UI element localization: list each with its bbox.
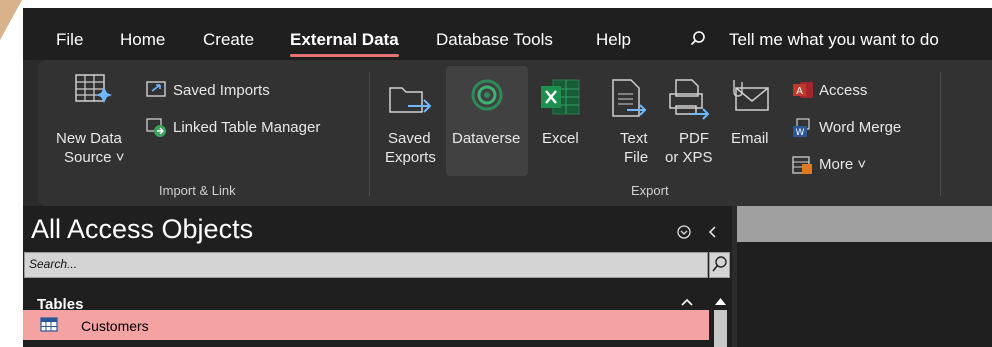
more-button[interactable]: More ˅ (819, 156, 866, 174)
document-area (737, 206, 992, 347)
tab-database-tools[interactable]: Database Tools (436, 30, 553, 50)
email-button[interactable]: Email (731, 130, 769, 148)
email-icon (733, 80, 769, 111)
nav-search-button[interactable] (709, 252, 730, 278)
new-data-source-icon (75, 74, 112, 103)
tell-me-box[interactable]: Tell me what you want to do (729, 30, 939, 50)
tab-file[interactable]: File (56, 30, 83, 50)
table-icon (40, 317, 58, 332)
document-tab-bar (737, 206, 992, 242)
tab-create[interactable]: Create (203, 30, 254, 50)
corner-decoration (0, 0, 22, 40)
search-icon[interactable] (690, 30, 706, 46)
nav-group-header-tables[interactable]: Tables (23, 284, 707, 313)
excel-icon (541, 79, 580, 115)
saved-exports-icon (389, 87, 432, 113)
tab-external-data[interactable]: External Data (290, 30, 399, 57)
linked-table-manager-button[interactable]: Linked Table Manager (173, 119, 320, 137)
svg-text:A: A (796, 86, 803, 97)
nav-pane-title[interactable]: All Access Objects (31, 214, 253, 245)
access-icon: A (793, 82, 813, 98)
saved-imports-button[interactable]: Saved Imports (173, 82, 270, 100)
access-window: File Home Create External Data Database … (23, 8, 992, 347)
pdf-xps-icon (669, 79, 710, 120)
text-file-icon (612, 79, 647, 117)
chevron-up-icon[interactable] (681, 298, 693, 306)
navigation-pane: All Access Objects Search... Tables Cust… (23, 206, 732, 347)
svg-text:W: W (796, 128, 805, 138)
text-file-label-2: File (624, 149, 649, 166)
pdf-xps-label-1: PDF (679, 130, 709, 147)
nav-search-input[interactable]: Search... (24, 252, 708, 278)
linked-table-manager-icon (146, 118, 166, 137)
excel-button[interactable]: Excel (542, 130, 579, 148)
more-icon (792, 156, 812, 174)
pdf-xps-label-2: or XPS (665, 149, 713, 166)
list-item-label: Customers (81, 318, 149, 334)
scrollbar-thumb[interactable] (714, 310, 727, 347)
group-separator (369, 72, 370, 196)
scroll-up-icon[interactable] (715, 298, 726, 305)
new-data-source-label-2: Source ˅ (64, 149, 125, 166)
word-merge-icon: W (793, 118, 810, 138)
export-group-label: Export (631, 183, 669, 198)
new-data-source-label-1: New Data (56, 130, 122, 147)
list-item[interactable]: Customers (23, 310, 709, 340)
menu-bar: File Home Create External Data Database … (23, 8, 992, 60)
tab-home[interactable]: Home (120, 30, 165, 50)
search-icon (712, 256, 727, 272)
dataverse-button[interactable]: Dataverse (452, 130, 520, 148)
tab-help[interactable]: Help (596, 30, 631, 50)
collapse-pane-icon[interactable] (707, 225, 717, 239)
import-link-group-label: Import & Link (159, 183, 236, 198)
ribbon: New Data Source ˅ Saved Imports Linked T… (38, 60, 992, 206)
access-button[interactable]: Access (819, 82, 867, 100)
saved-exports-label-1: Saved (388, 130, 431, 147)
saved-exports-label-2: Exports (385, 149, 436, 166)
word-merge-button[interactable]: Word Merge (819, 119, 901, 137)
nav-menu-dropdown-icon[interactable] (677, 225, 691, 239)
saved-imports-icon (146, 81, 166, 97)
group-separator-2 (940, 72, 941, 196)
text-file-label-1: Text (620, 130, 648, 147)
dataverse-icon (471, 79, 503, 111)
